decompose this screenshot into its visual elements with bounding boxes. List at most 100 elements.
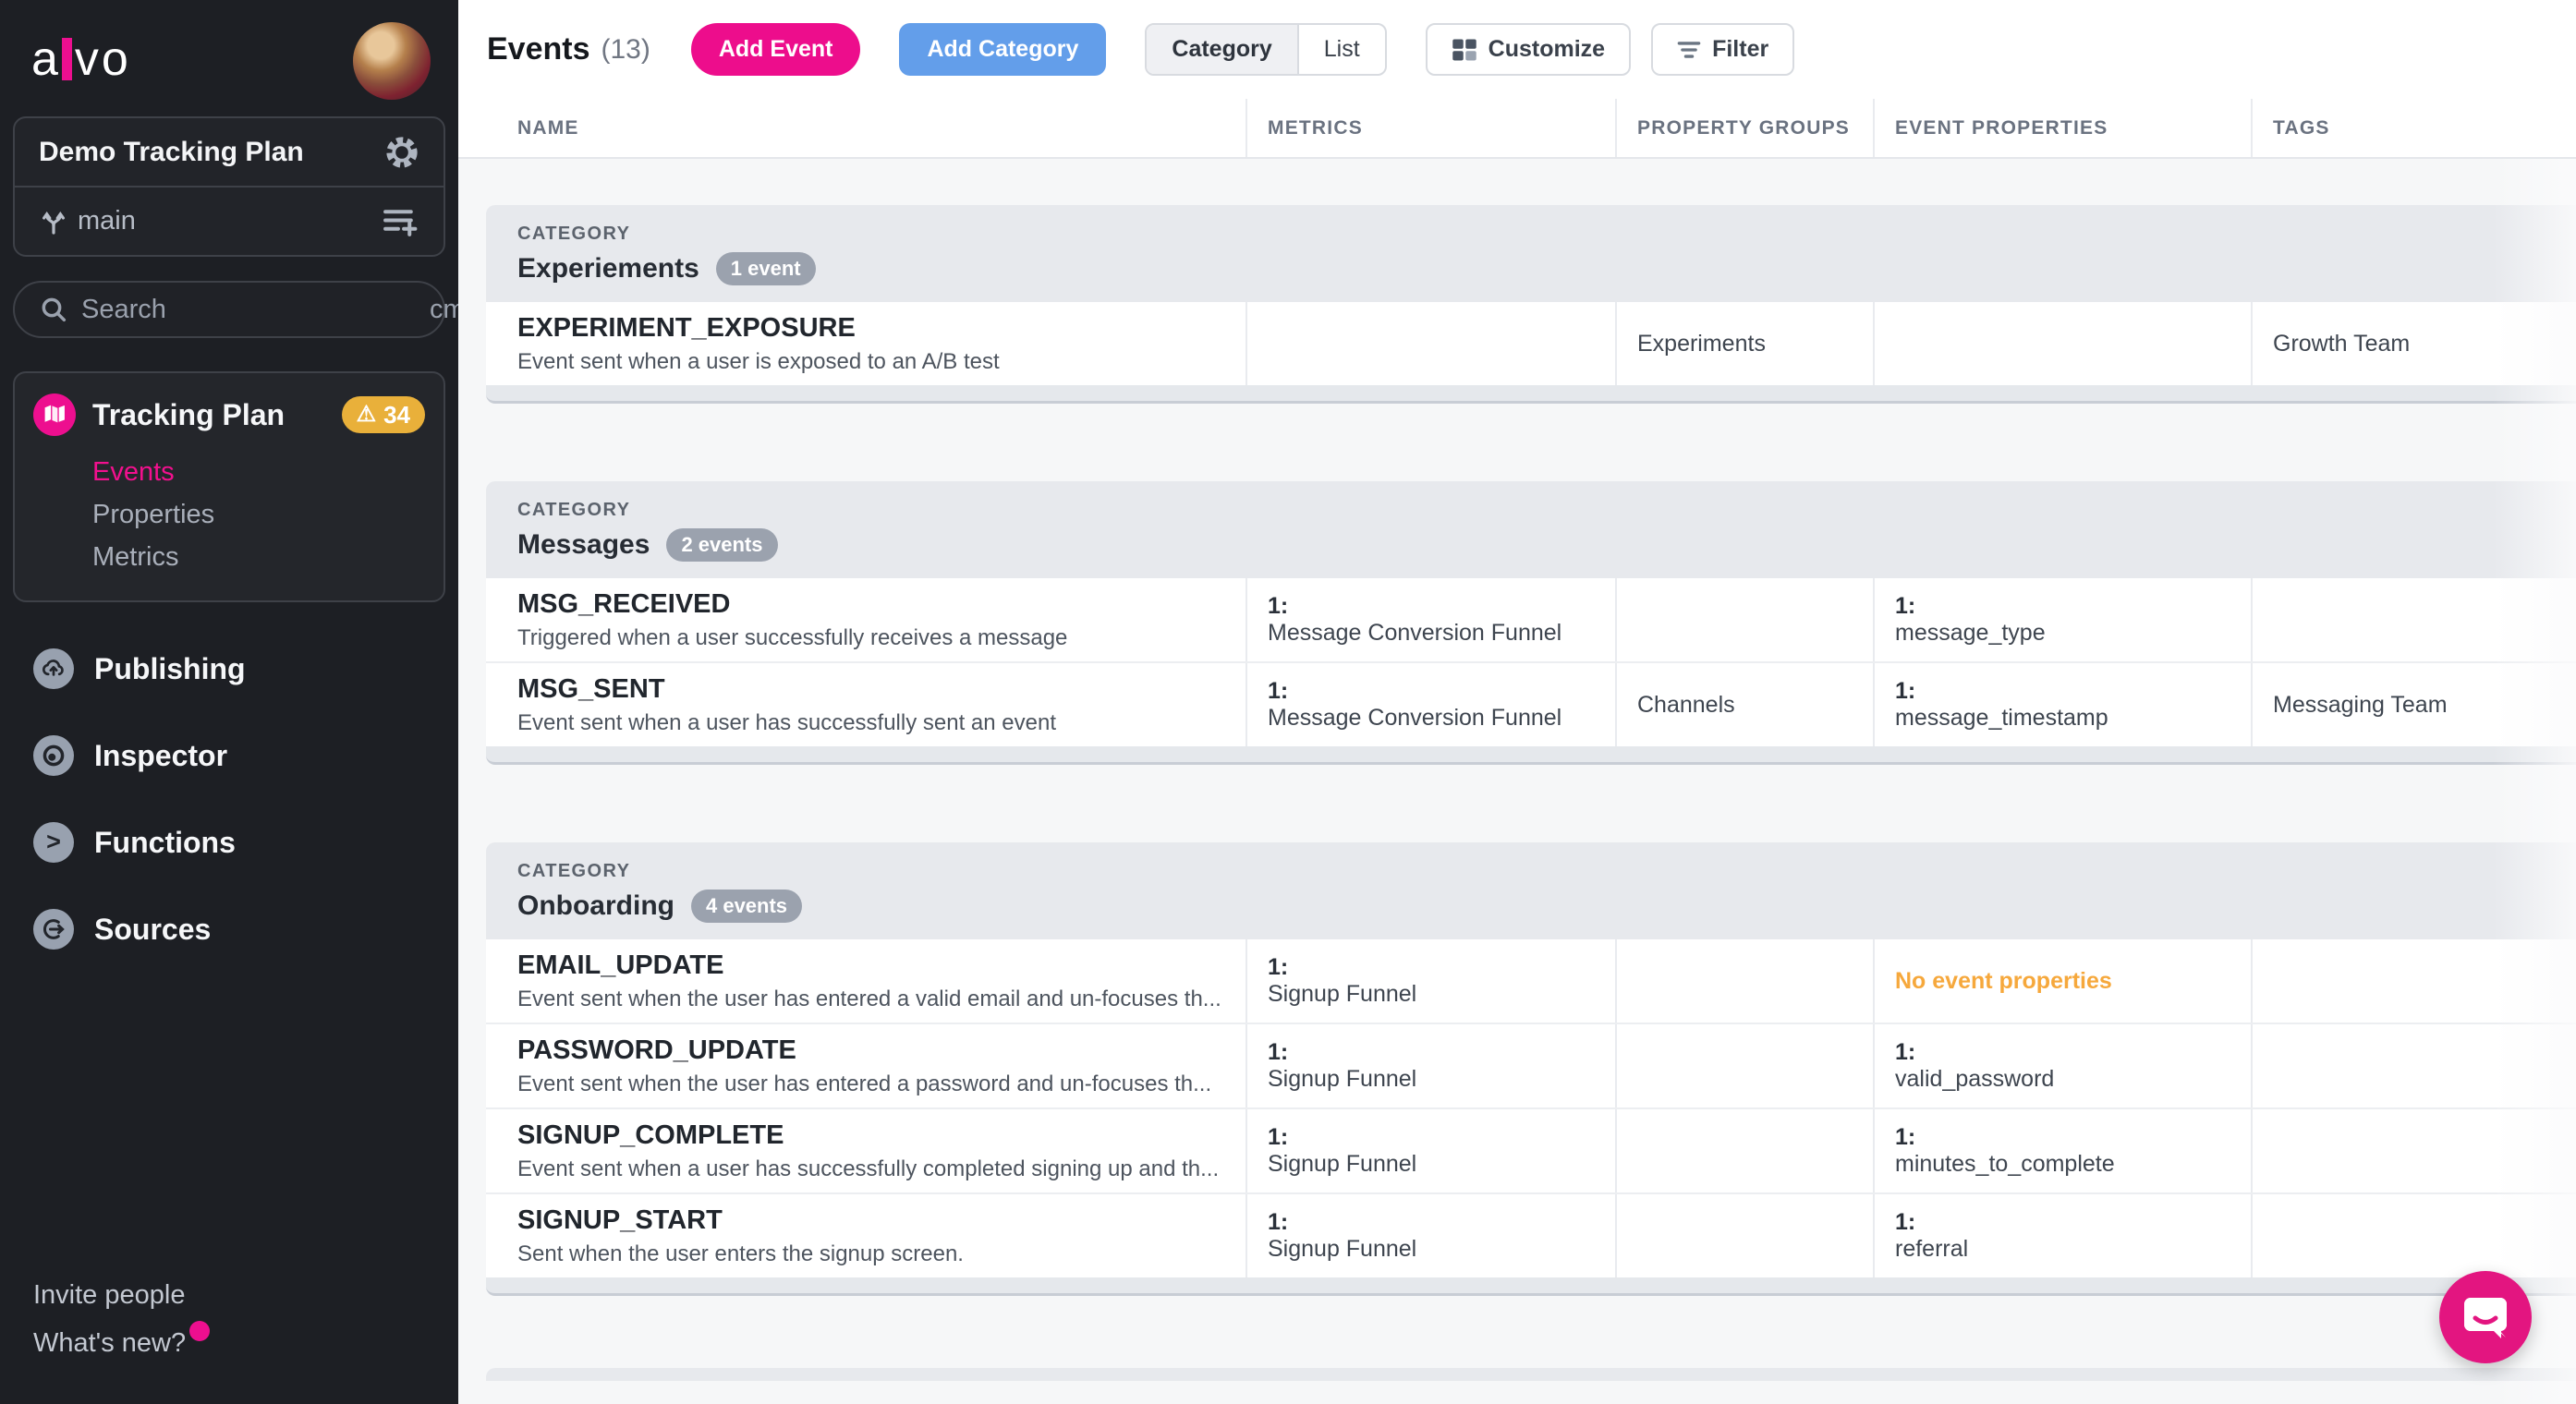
event-metrics-cell: 1: Signup Funnel [1245,1194,1615,1277]
column-header-name: NAME [517,116,579,139]
event-name-cell: PASSWORD_UPDATE Event sent when the user… [486,1024,1245,1107]
event-property-groups-cell: Experiments [1615,302,1873,385]
target-icon [33,735,74,776]
customize-grid-icon [1452,38,1477,62]
category-event-count-badge: 1 event [715,252,816,285]
event-row[interactable]: EXPERIMENT_EXPOSURE Event sent when a us… [486,302,2576,385]
event-properties-cell: 1: referral [1873,1194,2251,1277]
view-toggle-list[interactable]: List [1299,25,1385,74]
sidebar-item-functions[interactable]: > Functions [0,811,458,874]
sidebar-item-properties[interactable]: Properties [92,493,425,536]
intercom-messenger-button[interactable] [2439,1271,2532,1363]
category-section: CATEGORY Messages 2 events MSG_RECEIVED … [486,481,2576,765]
event-description: Event sent when the user has entered a v… [517,986,1221,1011]
category-section: CATEGORY Onboarding 4 events EMAIL_UPDAT… [486,842,2576,1296]
event-properties-cell: 1: message_type [1873,578,2251,661]
event-row[interactable]: EMAIL_UPDATE Event sent when the user ha… [486,939,2576,1023]
search-input[interactable] [81,294,430,325]
add-event-button[interactable]: Add Event [690,23,861,76]
source-arrow-icon [33,909,74,950]
event-properties-cell [1873,302,2251,385]
event-properties-cell: 1: valid_password [1873,1024,2251,1107]
event-description: Sent when the user enters the signup scr… [517,1241,964,1266]
tracking-plan-label: Tracking Plan [92,397,286,431]
event-property-groups-cell [1615,1024,1873,1107]
nav-label: Publishing [94,651,246,685]
notification-dot [189,1321,211,1341]
event-tags-cell [2251,1024,2576,1107]
filter-button[interactable]: Filter [1651,23,1795,76]
category-rows: EMAIL_UPDATE Event sent when the user ha… [486,939,2576,1277]
event-row[interactable]: MSG_SENT Event sent when a user has succ… [486,661,2576,746]
event-name: MSG_SENT [517,674,665,704]
category-event-count-badge: 2 events [666,528,778,562]
invite-people-link[interactable]: Invite people [33,1271,185,1319]
sidebar-item-publishing[interactable]: Publishing [0,637,458,700]
column-header-property-groups: PROPERTY GROUPS [1615,99,1873,157]
sidebar-item-metrics[interactable]: Metrics [92,536,425,578]
event-properties-cell: No event properties [1873,939,2251,1023]
category-header: CATEGORY Messages 2 events [486,481,2576,578]
event-properties-cell: 1: message_timestamp [1873,663,2251,746]
category-footer [486,746,2576,765]
category-kicker: CATEGORY [517,861,631,881]
workspace-name: Demo Tracking Plan [39,136,304,167]
category-kicker: CATEGORY [517,500,631,520]
branch-row[interactable]: main [15,188,444,255]
chevron-circle-icon: > [33,822,74,863]
categories: CATEGORY Experiements 1 event EXPERIMENT… [458,205,2576,1296]
add-category-button[interactable]: Add Category [899,23,1107,76]
sidebar-item-sources[interactable]: Sources [0,898,458,961]
settings-gear-icon[interactable] [384,135,419,170]
event-name-cell: EXPERIMENT_EXPOSURE Event sent when a us… [486,302,1245,385]
event-name-cell: EMAIL_UPDATE Event sent when the user ha… [486,939,1245,1023]
sidebar-item-inspector[interactable]: Inspector [0,724,458,787]
event-property-groups-cell [1615,939,1873,1023]
warning-triangle-icon: ⚠ [356,402,377,427]
next-category-partial [486,1368,2576,1381]
event-row[interactable]: PASSWORD_UPDATE Event sent when the user… [486,1023,2576,1107]
event-metrics-cell: 1: Message Conversion Funnel [1245,663,1615,746]
event-row[interactable]: SIGNUP_COMPLETE Event sent when a user h… [486,1107,2576,1192]
branch-name: main [78,206,136,236]
view-toggle: Category List [1145,23,1387,76]
event-tags-cell [2251,939,2576,1023]
customize-button[interactable]: Customize [1425,23,1632,76]
event-description: Event sent when a user has successfully … [517,710,1056,735]
event-description: Event sent when the user has entered a p… [517,1071,1212,1096]
event-metrics-cell: 1: Signup Funnel [1245,1109,1615,1192]
sidebar-item-events[interactable]: Events [92,451,425,493]
logo-letter-a: a [31,32,61,86]
user-avatar[interactable] [353,22,431,100]
view-toggle-category[interactable]: Category [1147,25,1299,74]
category-name: Onboarding [517,890,674,921]
category-header: CATEGORY Experiements 1 event [486,205,2576,302]
event-row[interactable]: MSG_RECEIVED Triggered when a user succe… [486,578,2576,661]
event-row[interactable]: SIGNUP_START Sent when the user enters t… [486,1192,2576,1277]
event-name-cell: SIGNUP_COMPLETE Event sent when a user h… [486,1109,1245,1192]
event-property-groups-cell [1615,1194,1873,1277]
sidebar-footer: Invite people What's new? [0,1271,458,1404]
avo-logo: a vo [31,35,131,83]
nav-label: Functions [94,825,236,859]
tracking-plan-row[interactable]: Tracking Plan ⚠ 34 [33,393,425,436]
nav-label: Inspector [94,738,228,772]
tracking-plan-panel: Tracking Plan ⚠ 34 Events Properties Met… [13,371,445,602]
page-header: Events (13) Add Event Add Category Categ… [458,0,2576,99]
workspace-row[interactable]: Demo Tracking Plan [15,118,444,186]
search-bar[interactable]: cmd+f [13,281,504,338]
event-name: SIGNUP_COMPLETE [517,1120,784,1150]
event-tags-cell: Growth Team [2251,302,2576,385]
new-branch-icon[interactable] [383,206,419,237]
table-column-headers: NAME METRICS PROPERTY GROUPS EVENT PROPE… [458,99,2576,159]
category-footer [486,385,2576,404]
filter-icon [1677,39,1701,61]
event-tags-cell [2251,578,2576,661]
event-tags-cell [2251,1109,2576,1192]
logo-pink-bar [61,38,72,80]
event-name: EXPERIMENT_EXPOSURE [517,313,856,343]
issues-count-badge[interactable]: ⚠ 34 [341,396,425,433]
whats-new-link[interactable]: What's new? [33,1319,211,1367]
issues-count: 34 [383,400,410,429]
category-header: CATEGORY Onboarding 4 events [486,842,2576,939]
